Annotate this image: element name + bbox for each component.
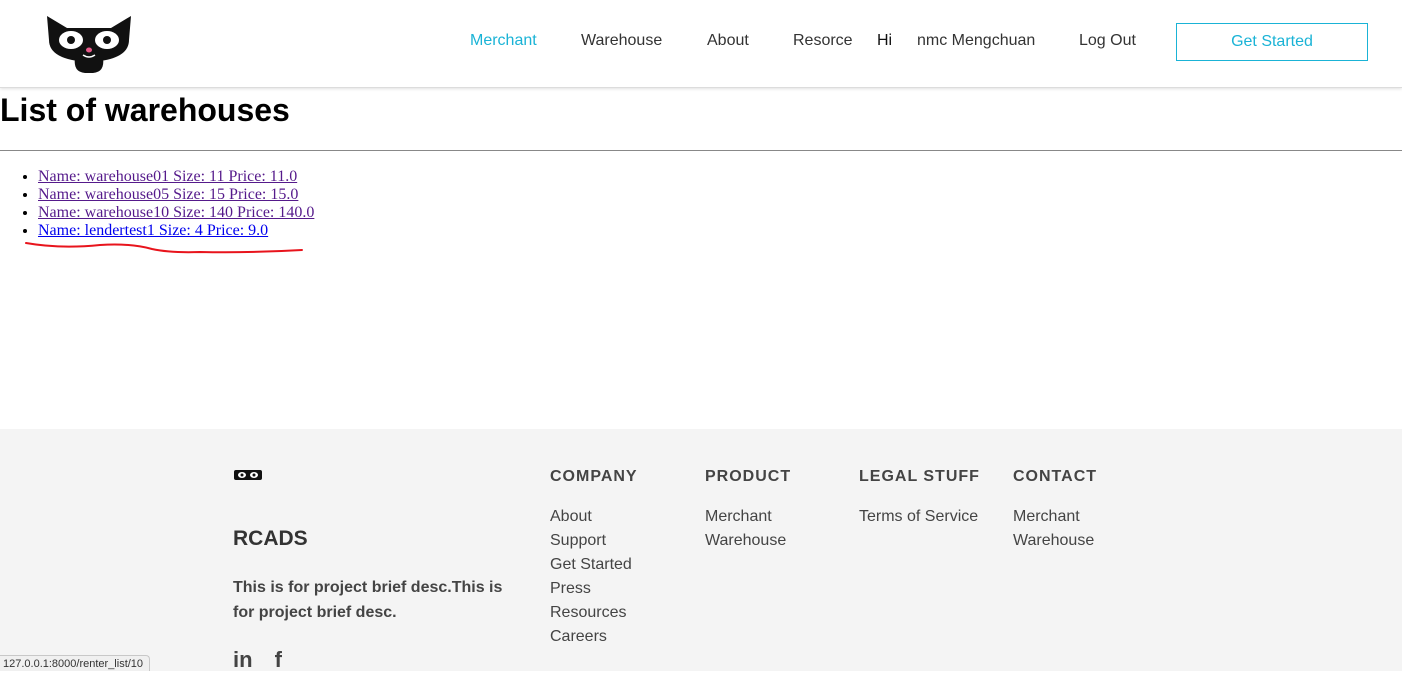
- footer-link-contact-merchant[interactable]: Merchant: [1013, 505, 1097, 529]
- site-header: Merchant Warehouse About Resorce Hi nmc …: [0, 0, 1402, 88]
- cat-logo-icon[interactable]: [45, 12, 133, 76]
- page-title: List of warehouses: [0, 92, 290, 128]
- warehouse-link[interactable]: Name: warehouse05 Size: 15 Price: 15.0: [38, 186, 298, 203]
- nav-merchant[interactable]: Merchant: [470, 31, 537, 51]
- nav-about[interactable]: About: [707, 31, 749, 51]
- footer-column-company: COMPANY About Support Get Started Press …: [550, 467, 638, 649]
- footer-link-warehouse[interactable]: Warehouse: [705, 529, 791, 553]
- column-heading: COMPANY: [550, 468, 638, 485]
- footer-link-terms[interactable]: Terms of Service: [859, 505, 980, 529]
- list-item: Name: warehouse10 Size: 140 Price: 140.0: [38, 204, 314, 222]
- get-started-button[interactable]: Get Started: [1176, 23, 1368, 61]
- footer-link-press[interactable]: Press: [550, 577, 638, 601]
- footer-link-support[interactable]: Support: [550, 529, 638, 553]
- footer-brand: RCADS: [233, 527, 308, 550]
- link-preview-status-bar: 127.0.0.1:8000/renter_list/10: [0, 655, 151, 671]
- warehouse-list: Name: warehouse01 Size: 11 Price: 11.0 N…: [0, 168, 314, 240]
- footer-link-about[interactable]: About: [550, 505, 638, 529]
- warehouse-link[interactable]: Name: warehouse01 Size: 11 Price: 11.0: [38, 168, 297, 185]
- nav-resorce[interactable]: Resorce: [793, 31, 853, 51]
- footer-column-contact: CONTACT Merchant Warehouse: [1013, 467, 1097, 553]
- red-annotation-underline: [25, 242, 303, 254]
- footer-description: This is for project brief desc.This is f…: [233, 579, 503, 621]
- facebook-icon[interactable]: f: [275, 647, 282, 672]
- logout-link[interactable]: Log Out: [1079, 31, 1136, 51]
- column-heading: PRODUCT: [705, 468, 792, 485]
- list-item: Name: warehouse01 Size: 11 Price: 11.0: [38, 168, 314, 186]
- greeting-text: Hi: [877, 32, 893, 49]
- footer-column-product: PRODUCT Merchant Warehouse: [705, 467, 791, 553]
- linkedin-icon[interactable]: in: [233, 647, 253, 672]
- social-links: in f: [233, 647, 304, 673]
- username-link[interactable]: nmc Mengchuan: [917, 31, 1035, 51]
- footer-link-merchant[interactable]: Merchant: [705, 505, 791, 529]
- site-footer: RCADS This is for project brief desc.Thi…: [0, 429, 1402, 673]
- divider: [0, 150, 1402, 151]
- warehouse-link[interactable]: Name: warehouse10 Size: 140 Price: 140.0: [38, 204, 314, 221]
- footer-column-legal: LEGAL STUFF Terms of Service: [859, 467, 980, 529]
- footer-link-get-started[interactable]: Get Started: [550, 553, 638, 577]
- column-heading: CONTACT: [1013, 468, 1098, 485]
- footer-link-contact-warehouse[interactable]: Warehouse: [1013, 529, 1097, 553]
- column-heading: LEGAL STUFF: [859, 468, 980, 485]
- footer-link-resources[interactable]: Resources: [550, 601, 638, 625]
- nav-warehouse[interactable]: Warehouse: [581, 31, 662, 51]
- footer-logo-icon: [234, 470, 262, 480]
- footer-link-careers[interactable]: Careers: [550, 625, 638, 649]
- list-item: Name: warehouse05 Size: 15 Price: 15.0: [38, 186, 314, 204]
